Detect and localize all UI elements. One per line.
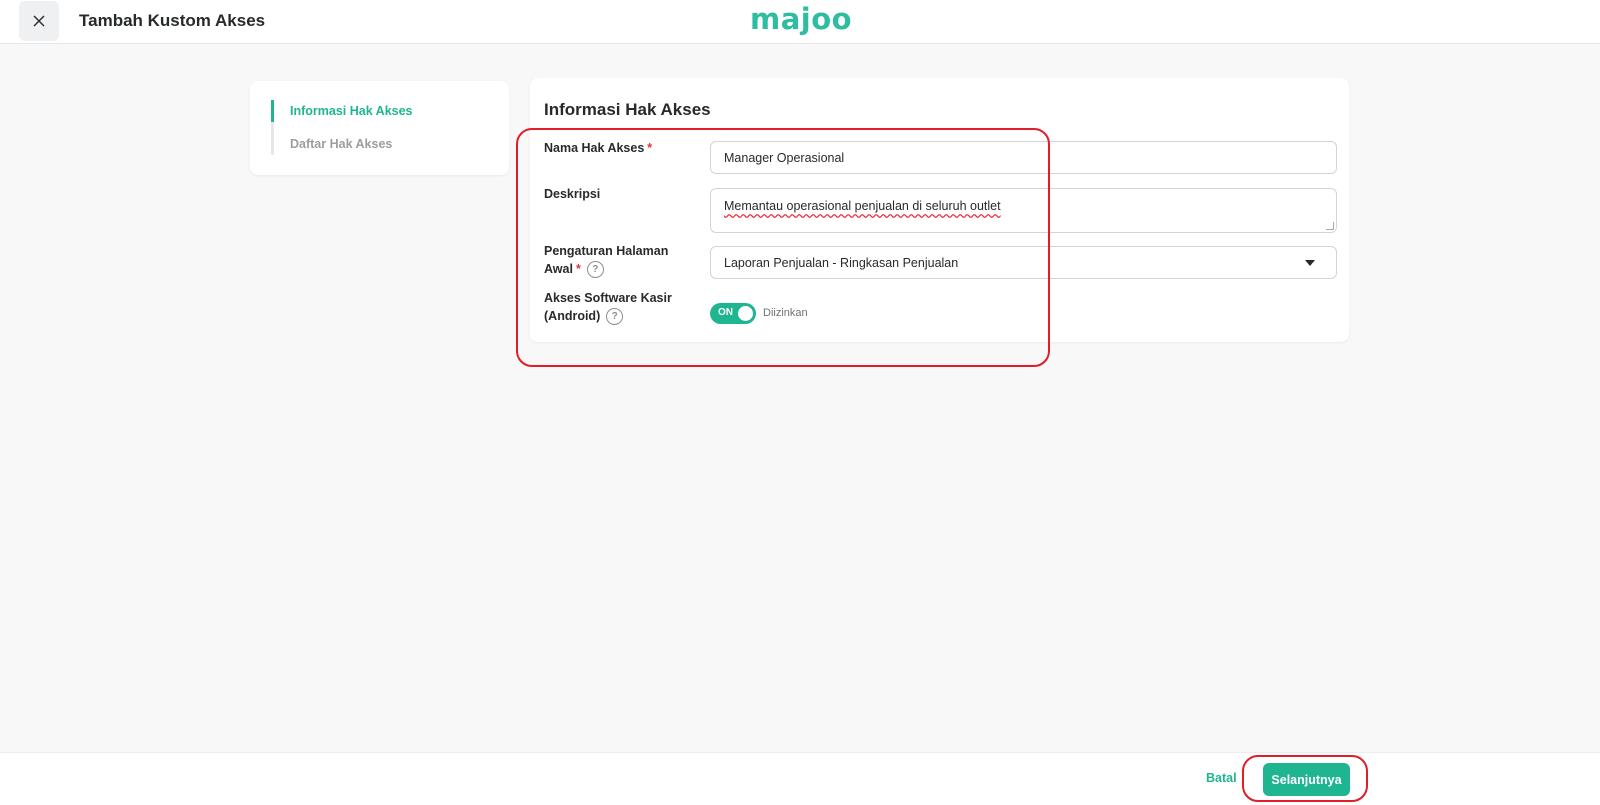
homepage-label-line2-row: Awal *? [544,260,684,279]
step-daftar-hak-akses[interactable]: Daftar Hak Akses [271,133,392,155]
form-card: Informasi Hak Akses Nama Hak Akses * Mana… [530,78,1349,342]
description-label: Deskripsi [544,187,601,201]
stepper-connector [271,122,274,133]
footer-bar: Batal Selanjutnya [0,752,1600,805]
form-title: Informasi Hak Akses [544,100,711,119]
description-value: Memantau operasional penjualan di seluru… [724,199,1001,213]
help-icon[interactable]: ? [586,261,604,279]
cashier-access-toggle[interactable]: ON [710,303,756,324]
dropdown-caret-icon [1305,259,1315,266]
access-name-input[interactable]: Manager Operasional [710,141,1337,174]
next-button[interactable]: Selanjutnya [1263,763,1350,796]
homepage-label-line1: Pengaturan Halaman [544,244,669,258]
majoo-logo: majoo [750,2,853,36]
top-bar: Tambah Kustom Akses majoo [0,0,1600,44]
required-mark: * [647,141,653,155]
name-label-text: Nama Hak Akses [544,141,645,155]
homepage-label-line2: Awal [544,262,573,276]
cashier-label-line2-row: (Android)? [544,307,684,326]
name-label: Nama Hak Akses * [544,139,684,157]
toggle-knob [738,306,753,321]
homepage-label: Pengaturan Halaman Awal *? [544,242,684,279]
close-button[interactable] [19,1,59,41]
cancel-button[interactable]: Batal [1206,771,1237,785]
help-icon[interactable]: ? [606,308,624,326]
required-mark: * [575,262,581,276]
toggle-status-text: Diizinkan [763,307,808,319]
description-textarea[interactable]: Memantau operasional penjualan di seluru… [710,188,1337,233]
access-name-value: Manager Operasional [724,150,845,165]
cashier-label-line1: Akses Software Kasir [544,291,672,305]
stepper-card: Informasi Hak Akses Daftar Hak Akses [250,81,509,175]
page-title: Tambah Kustom Akses [79,11,266,30]
toggle-on-text: ON [718,307,733,318]
cashier-access-label: Akses Software Kasir (Android)? [544,289,684,326]
cashier-label-line2: (Android) [544,309,601,323]
resize-handle[interactable] [1326,222,1334,230]
close-icon [33,15,45,27]
step-informasi-hak-akses[interactable]: Informasi Hak Akses [271,100,413,122]
homepage-selected-value: Laporan Penjualan - Ringkasan Penjualan [724,255,959,270]
homepage-select[interactable]: Laporan Penjualan - Ringkasan Penjualan [710,246,1337,279]
